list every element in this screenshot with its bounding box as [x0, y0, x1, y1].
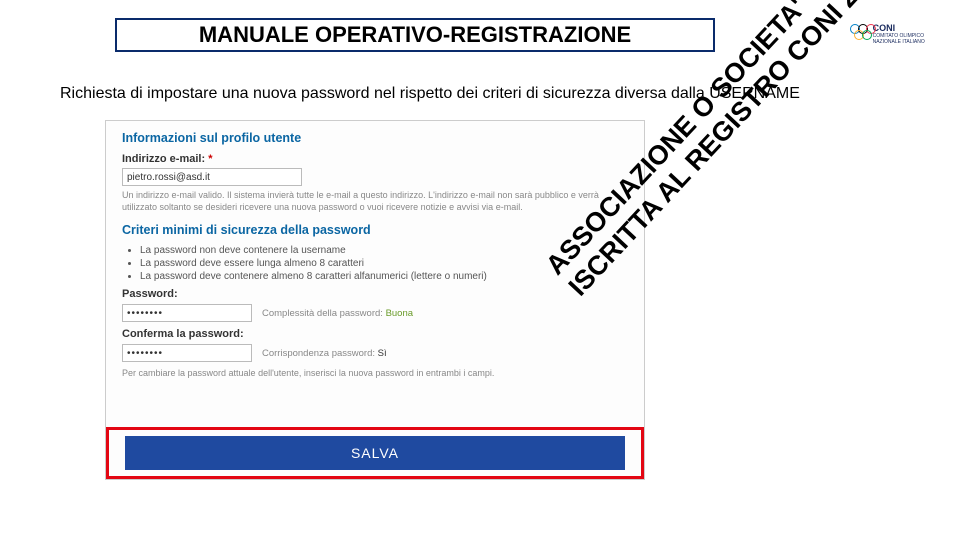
logo-subtext: COMITATO OLIMPICO NAZIONALE ITALIANO — [873, 33, 930, 45]
section-criteria-title: Criteri minimi di sicurezza della passwo… — [122, 223, 628, 237]
logo-text: CONI — [873, 24, 930, 33]
page-title: MANUALE OPERATIVO-REGISTRAZIONE — [115, 18, 715, 52]
match-label: Corrispondenza password: Sì — [262, 348, 387, 359]
coni-logo: CONI COMITATO OLIMPICO NAZIONALE ITALIAN… — [850, 14, 930, 54]
section-profile-title: Informazioni sul profilo utente — [122, 131, 628, 145]
required-marker: * — [208, 153, 212, 165]
match-value: Sì — [378, 348, 387, 359]
email-field[interactable] — [122, 168, 302, 186]
change-note: Per cambiare la password attuale dell'ut… — [122, 368, 628, 380]
logo-text-block: CONI COMITATO OLIMPICO NAZIONALE ITALIAN… — [873, 24, 930, 45]
email-description: Un indirizzo e-mail valido. Il sistema i… — [122, 190, 628, 213]
password-field[interactable] — [122, 304, 252, 322]
password-label: Password: — [122, 288, 628, 300]
confirm-label: Conferma la password: — [122, 328, 628, 340]
strength-label: Complessità della password: Buona — [262, 308, 413, 319]
registration-form-screenshot: Informazioni sul profilo utente Indirizz… — [105, 120, 645, 480]
save-highlight-box: SALVA — [106, 427, 644, 479]
olympic-rings-icon — [850, 24, 869, 44]
save-button[interactable]: SALVA — [125, 436, 625, 470]
confirm-password-field[interactable] — [122, 344, 252, 362]
strength-value: Buona — [386, 308, 413, 319]
email-label: Indirizzo e-mail: * — [122, 153, 628, 165]
page-title-text: MANUALE OPERATIVO-REGISTRAZIONE — [199, 22, 631, 48]
